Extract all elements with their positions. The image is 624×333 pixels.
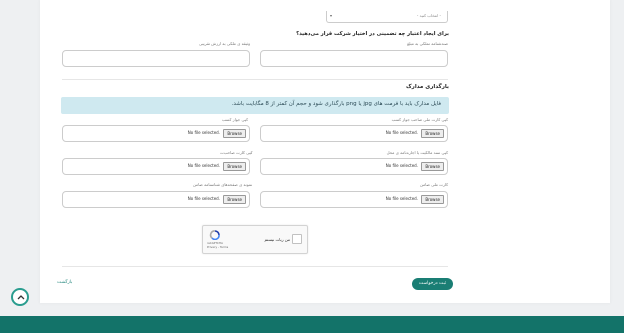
file-label: کپی کارت ملی صاحب جواز کسب	[391, 117, 448, 122]
file-input[interactable]: Browse No file selected.	[62, 191, 250, 208]
guarantee-right-label: صندشنامه تملکی به مبلغ	[407, 41, 448, 46]
submit-button[interactable]: ثبت درخواست	[412, 278, 453, 290]
no-file-text: No file selected.	[385, 163, 418, 168]
browse-button[interactable]: Browse	[421, 195, 444, 204]
recaptcha-text: reCAPTCHA Privacy - Terms	[207, 241, 228, 249]
file-input[interactable]: Browse No file selected.	[260, 158, 448, 175]
file-label: کپی کارت صاحب‌ت	[220, 150, 253, 155]
browse-button[interactable]: Browse	[421, 129, 444, 138]
chevron-down-icon: ▾	[330, 13, 333, 18]
file-label: کپی سند مالکیت یا اجاره‌نامه ی محل	[386, 150, 448, 155]
file-input[interactable]: Browse No file selected.	[260, 191, 448, 208]
browse-button[interactable]: Browse	[223, 129, 246, 138]
no-file-text: No file selected.	[187, 130, 220, 135]
divider	[62, 79, 448, 80]
guarantee-left-label: وثیقه ی ملکی به ارزش تقریبی	[199, 41, 251, 46]
recaptcha-checkbox[interactable]	[292, 234, 302, 244]
no-file-text: No file selected.	[385, 130, 418, 135]
documents-title: بارگذاری مدارک	[406, 84, 449, 90]
question-title: برای ایجاد اعتبار چه تضمینی در اختیار شر…	[296, 31, 449, 37]
recaptcha-widget: من ربات نیستم reCAPTCHA Privacy - Terms	[202, 225, 308, 254]
info-alert: فایل مدارک باید با فرمت های jpg یا png ب…	[61, 97, 449, 114]
guarantee-right-input[interactable]	[260, 50, 448, 67]
divider	[62, 266, 448, 267]
form-card	[40, 0, 610, 303]
recaptcha-label: من ربات نیستم	[264, 237, 290, 242]
guarantee-left-input[interactable]	[62, 50, 250, 67]
browse-button[interactable]: Browse	[421, 162, 444, 171]
browse-button[interactable]: Browse	[223, 195, 246, 204]
file-label: کارت ملی ضامن	[420, 182, 448, 187]
info-text: فایل مدارک باید با فرمت های jpg یا png ب…	[231, 101, 441, 107]
file-input[interactable]: Browse No file selected.	[260, 125, 448, 142]
guarantee-type-select[interactable]: - انتخاب کنید - ▾	[326, 11, 448, 23]
recaptcha-terms[interactable]: Privacy - Terms	[207, 245, 228, 249]
file-label: نمونه ی صفحه‌های شناسنامه ضامن	[193, 182, 253, 187]
back-link[interactable]: بازگشت	[57, 280, 72, 285]
file-input[interactable]: Browse No file selected.	[62, 158, 250, 175]
arrow-up-icon	[17, 295, 25, 300]
select-placeholder: - انتخاب کنید -	[416, 13, 441, 18]
no-file-text: No file selected.	[187, 196, 220, 201]
file-input[interactable]: Browse No file selected.	[62, 125, 250, 142]
no-file-text: No file selected.	[187, 163, 220, 168]
footer-bar	[0, 316, 624, 333]
recaptcha-logo-icon	[209, 230, 220, 240]
no-file-text: No file selected.	[385, 196, 418, 201]
browse-button[interactable]: Browse	[223, 162, 246, 171]
file-label: کپی جواز کسب	[222, 117, 248, 122]
scroll-to-top-button[interactable]	[11, 288, 29, 306]
